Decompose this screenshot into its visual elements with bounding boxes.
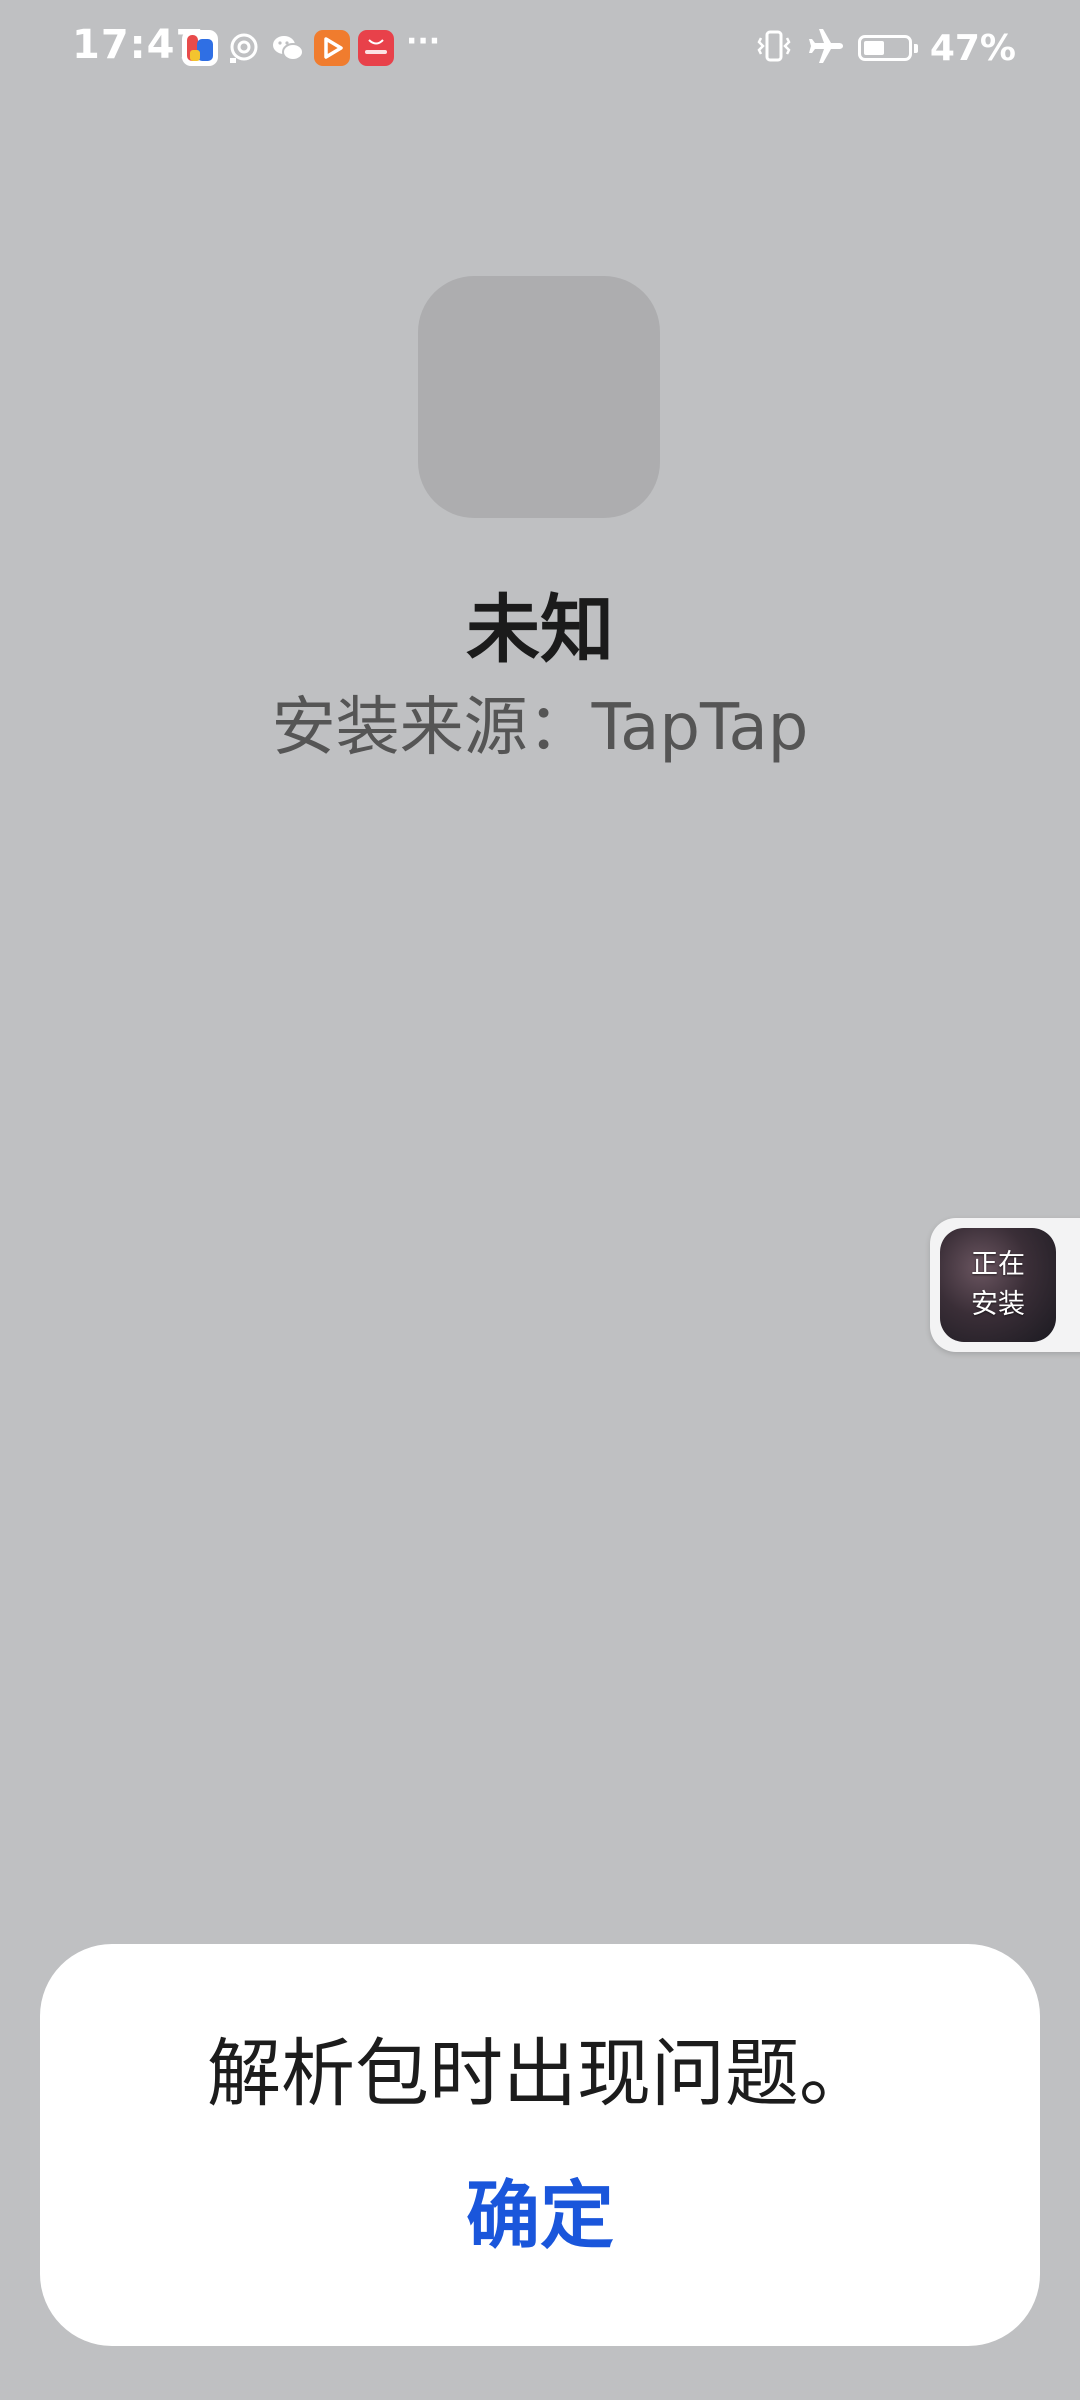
installing-app-thumbnail: 正在 安装 (940, 1228, 1056, 1342)
status-bar: 17:47 ··· 47% (0, 0, 1080, 96)
app-icon-placeholder (418, 276, 660, 518)
notification-icons: ··· (182, 24, 441, 68)
video-app-icon (314, 30, 350, 66)
install-source: 安装来源：TapTap (271, 691, 809, 765)
battery-percent: 47% (929, 27, 1016, 69)
more-notifications-icon: ··· (406, 24, 441, 59)
error-dialog: 解析包时出现问题。 确定 (40, 1944, 1040, 2346)
wechat-icon (270, 30, 306, 66)
installing-label-line2: 安装 (971, 1289, 1025, 1320)
huawei-store-icon (358, 30, 394, 66)
status-right: 47% (754, 26, 1016, 70)
installing-float-bubble[interactable]: 正在 安装 (930, 1218, 1080, 1352)
installing-label-line1: 正在 (971, 1249, 1025, 1280)
app-name: 未知 (466, 587, 614, 673)
airplane-mode-icon (806, 26, 846, 70)
family-app-icon (182, 30, 218, 66)
lens-app-icon (226, 30, 262, 66)
battery-icon (857, 35, 918, 61)
dialog-message: 解析包时出现问题。 (207, 2031, 873, 2117)
vibrate-icon (754, 26, 794, 70)
confirm-button[interactable]: 确定 (420, 2166, 660, 2266)
